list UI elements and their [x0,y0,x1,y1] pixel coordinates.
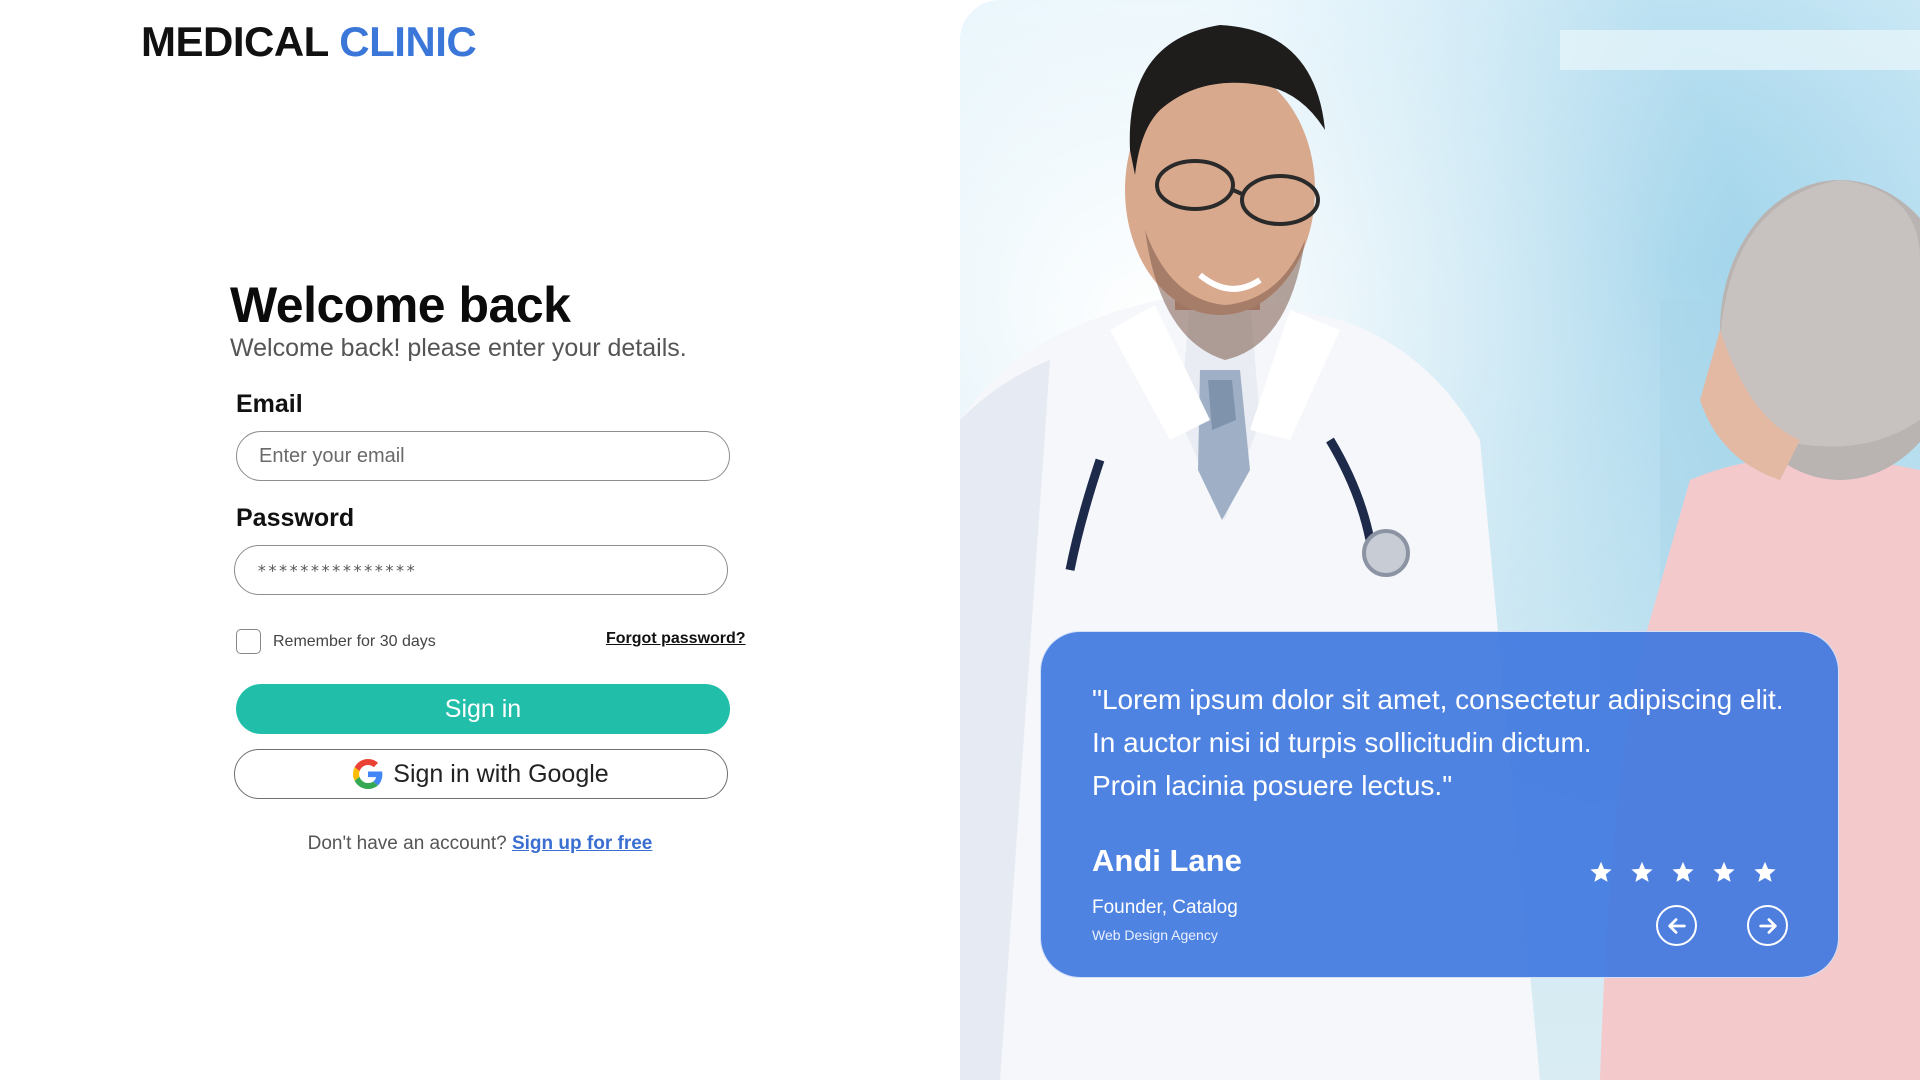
signup-prompt-text: Don't have an account? [307,833,507,854]
google-sign-in-label: Sign in with Google [393,759,609,788]
testimonial-quote-line: "Lorem ipsum dolor sit amet, consectetur… [1092,684,1784,715]
email-input[interactable] [236,431,730,481]
star-icon [1590,861,1612,882]
sign-in-button[interactable]: Sign in [236,684,730,734]
page-subtitle: Welcome back! please enter your details. [230,334,687,362]
testimonial-quote-line: In auctor nisi id turpis sollicitudin di… [1092,727,1592,758]
brand-logo-part2: CLINIC [339,18,477,65]
previous-testimonial-button[interactable] [1656,905,1697,946]
next-testimonial-button[interactable] [1747,905,1788,946]
remember-checkbox[interactable] [236,629,261,654]
testimonial-author: Andi Lane [1092,843,1242,878]
star-icon [1713,861,1735,882]
signup-prompt: Don't have an account? Sign up for free [0,833,960,855]
testimonial-role: Founder, Catalog [1092,897,1238,918]
testimonial-company: Web Design Agency [1092,927,1218,943]
brand-logo: MEDICAL CLINIC [141,18,477,66]
arrow-left-icon [1667,917,1686,934]
remember-me[interactable]: Remember for 30 days [236,629,436,654]
testimonial-card: "Lorem ipsum dolor sit amet, consectetur… [1040,631,1839,978]
password-label: Password [236,504,355,532]
testimonial-quote-line: Proin lacinia posuere lectus." [1092,770,1453,801]
rating-stars [1589,860,1777,884]
password-input[interactable] [234,545,728,595]
google-icon [353,759,383,789]
brand-logo-part1: MEDICAL [141,18,329,65]
signup-link[interactable]: Sign up for free [512,833,652,854]
arrow-right-icon [1758,917,1777,934]
email-label: Email [236,390,303,418]
star-icon [1631,861,1653,882]
testimonial-quote: "Lorem ipsum dolor sit amet, consectetur… [1092,678,1812,807]
google-sign-in-button[interactable]: Sign in with Google [234,749,728,799]
star-icon [1672,861,1694,882]
remember-label: Remember for 30 days [273,632,436,650]
page-title: Welcome back [230,277,571,333]
forgot-password-link[interactable]: Forgot password? [606,630,746,648]
star-icon [1754,861,1776,882]
